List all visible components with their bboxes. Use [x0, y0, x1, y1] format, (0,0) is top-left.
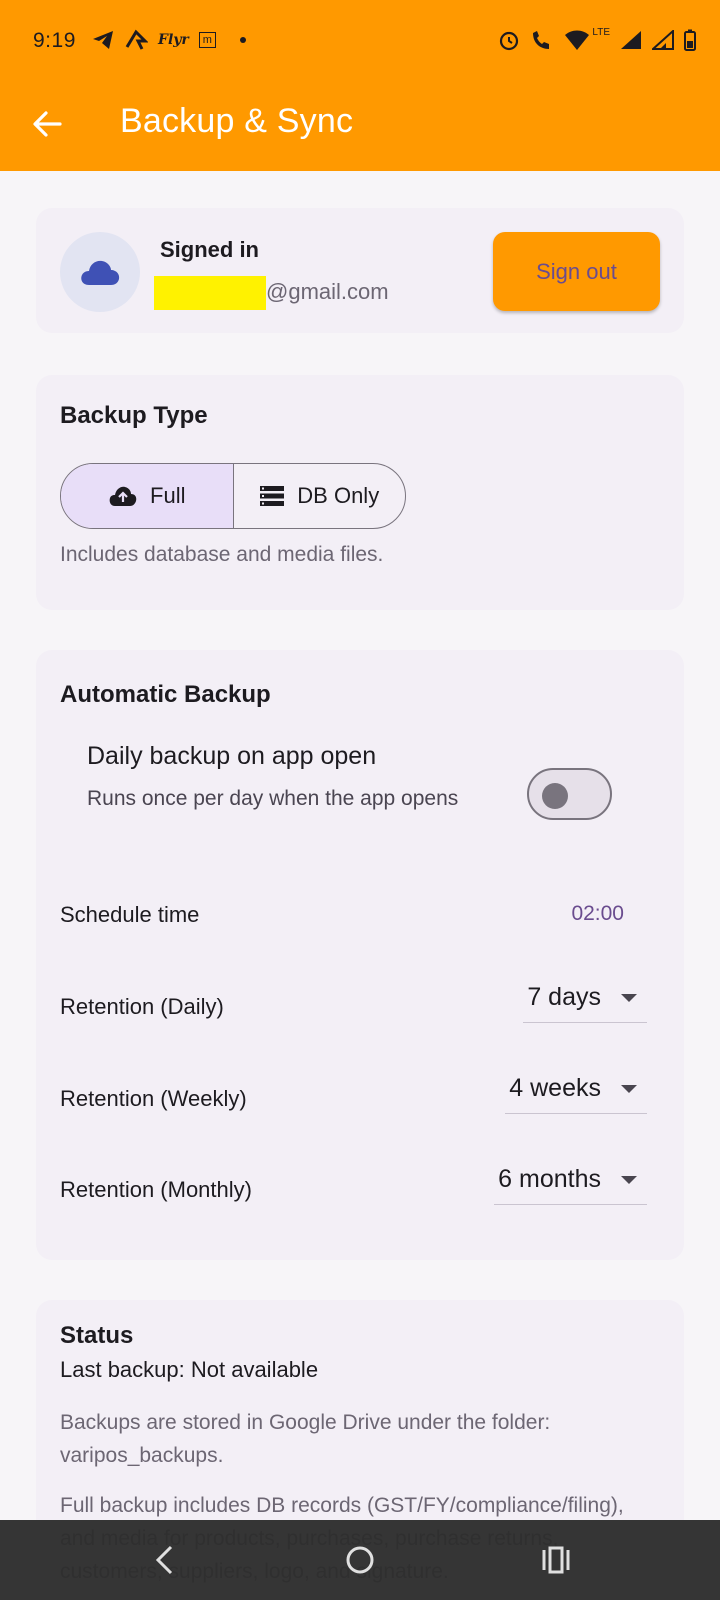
nav-recents-button[interactable] [526, 1532, 586, 1588]
schedule-time-value[interactable]: 02:00 [571, 902, 624, 926]
schedule-time-label: Schedule time [60, 902, 200, 927]
signal-2-icon [652, 30, 674, 50]
automatic-backup-card: Automatic Backup Daily backup on app ope… [36, 650, 684, 1260]
nav-home-icon [346, 1546, 374, 1574]
segment-db-only-label: DB Only [297, 483, 380, 508]
flyr-icon: Flyr [158, 32, 189, 48]
backup-type-segmented: Full DB Only [60, 463, 406, 529]
redacted-email [154, 276, 266, 310]
retention-monthly-value: 6 months [498, 1165, 601, 1193]
retention-weekly-value: 4 weeks [509, 1074, 601, 1102]
backup-type-card: Backup Type Full DB Only Includes databa… [36, 375, 684, 610]
avatar [60, 232, 140, 312]
account-card: Signed in @gmail.com Sign out [36, 208, 684, 333]
nav-back-button[interactable] [134, 1532, 194, 1588]
email-domain: @gmail.com [266, 279, 389, 304]
system-icons: LTE [498, 26, 696, 51]
daily-backup-title: Daily backup on app open [87, 742, 377, 770]
cloud-upload-icon [109, 486, 137, 506]
retention-daily-dropdown[interactable]: 7 days [523, 973, 647, 1023]
segment-full-label: Full [150, 483, 186, 508]
daily-backup-subtitle: Runs once per day when the app opens [87, 787, 459, 810]
dropdown-arrow-icon [621, 993, 637, 1002]
segment-db-only[interactable]: DB Only [232, 464, 406, 528]
nav-back-icon [155, 1545, 173, 1575]
status-bar: 9:19 Flyr m LTE [0, 0, 720, 84]
retention-monthly-dropdown[interactable]: 6 months [494, 1155, 647, 1205]
wifi-call-icon [533, 31, 550, 49]
switch-knob [542, 783, 568, 809]
retention-monthly-label: Retention (Monthly) [60, 1177, 252, 1202]
alarm-icon [500, 31, 519, 51]
dropdown-arrow-icon [621, 1084, 637, 1093]
cloud-icon [81, 260, 120, 285]
daily-backup-switch[interactable] [527, 768, 612, 820]
nav-home-button[interactable] [330, 1532, 390, 1588]
status-title: Status [60, 1322, 134, 1349]
more-notifications-dot [239, 37, 246, 43]
storage-note: Backups are stored in Google Drive under… [60, 1411, 551, 1467]
storage-icon [260, 486, 285, 506]
system-nav-bar [0, 1520, 720, 1600]
signal-icon [621, 31, 641, 49]
status-time: 9:19 [33, 29, 76, 52]
backup-type-title: Backup Type [60, 402, 208, 429]
page-title: Backup & Sync [120, 102, 354, 140]
signed-in-label: Signed in [160, 237, 259, 262]
telegram-icon [93, 31, 113, 49]
battery-icon [684, 29, 696, 51]
back-button[interactable] [24, 101, 70, 147]
lte-label: LTE [592, 26, 610, 38]
retention-weekly-dropdown[interactable]: 4 weeks [505, 1064, 647, 1114]
nav-recents-icon [542, 1546, 570, 1574]
segment-full[interactable]: Full [61, 464, 233, 528]
arrow-back-icon [33, 111, 62, 137]
retention-daily-value: 7 days [527, 983, 601, 1011]
last-backup-text: Last backup: Not available [60, 1357, 319, 1382]
dropdown-arrow-icon [621, 1175, 637, 1184]
backup-type-helper: Includes database and media files. [60, 543, 384, 566]
retention-weekly-label: Retention (Weekly) [60, 1086, 247, 1111]
app-bar: 9:19 Flyr m LTE Backup & Sync [0, 0, 720, 171]
notification-icons: Flyr m [92, 29, 246, 51]
rapido-icon [125, 29, 148, 50]
automatic-backup-title: Automatic Backup [60, 681, 271, 708]
wifi-icon [565, 30, 590, 50]
retention-daily-label: Retention (Daily) [60, 994, 224, 1019]
sign-out-button[interactable]: Sign out [493, 232, 660, 311]
m-app-icon: m [198, 32, 216, 48]
